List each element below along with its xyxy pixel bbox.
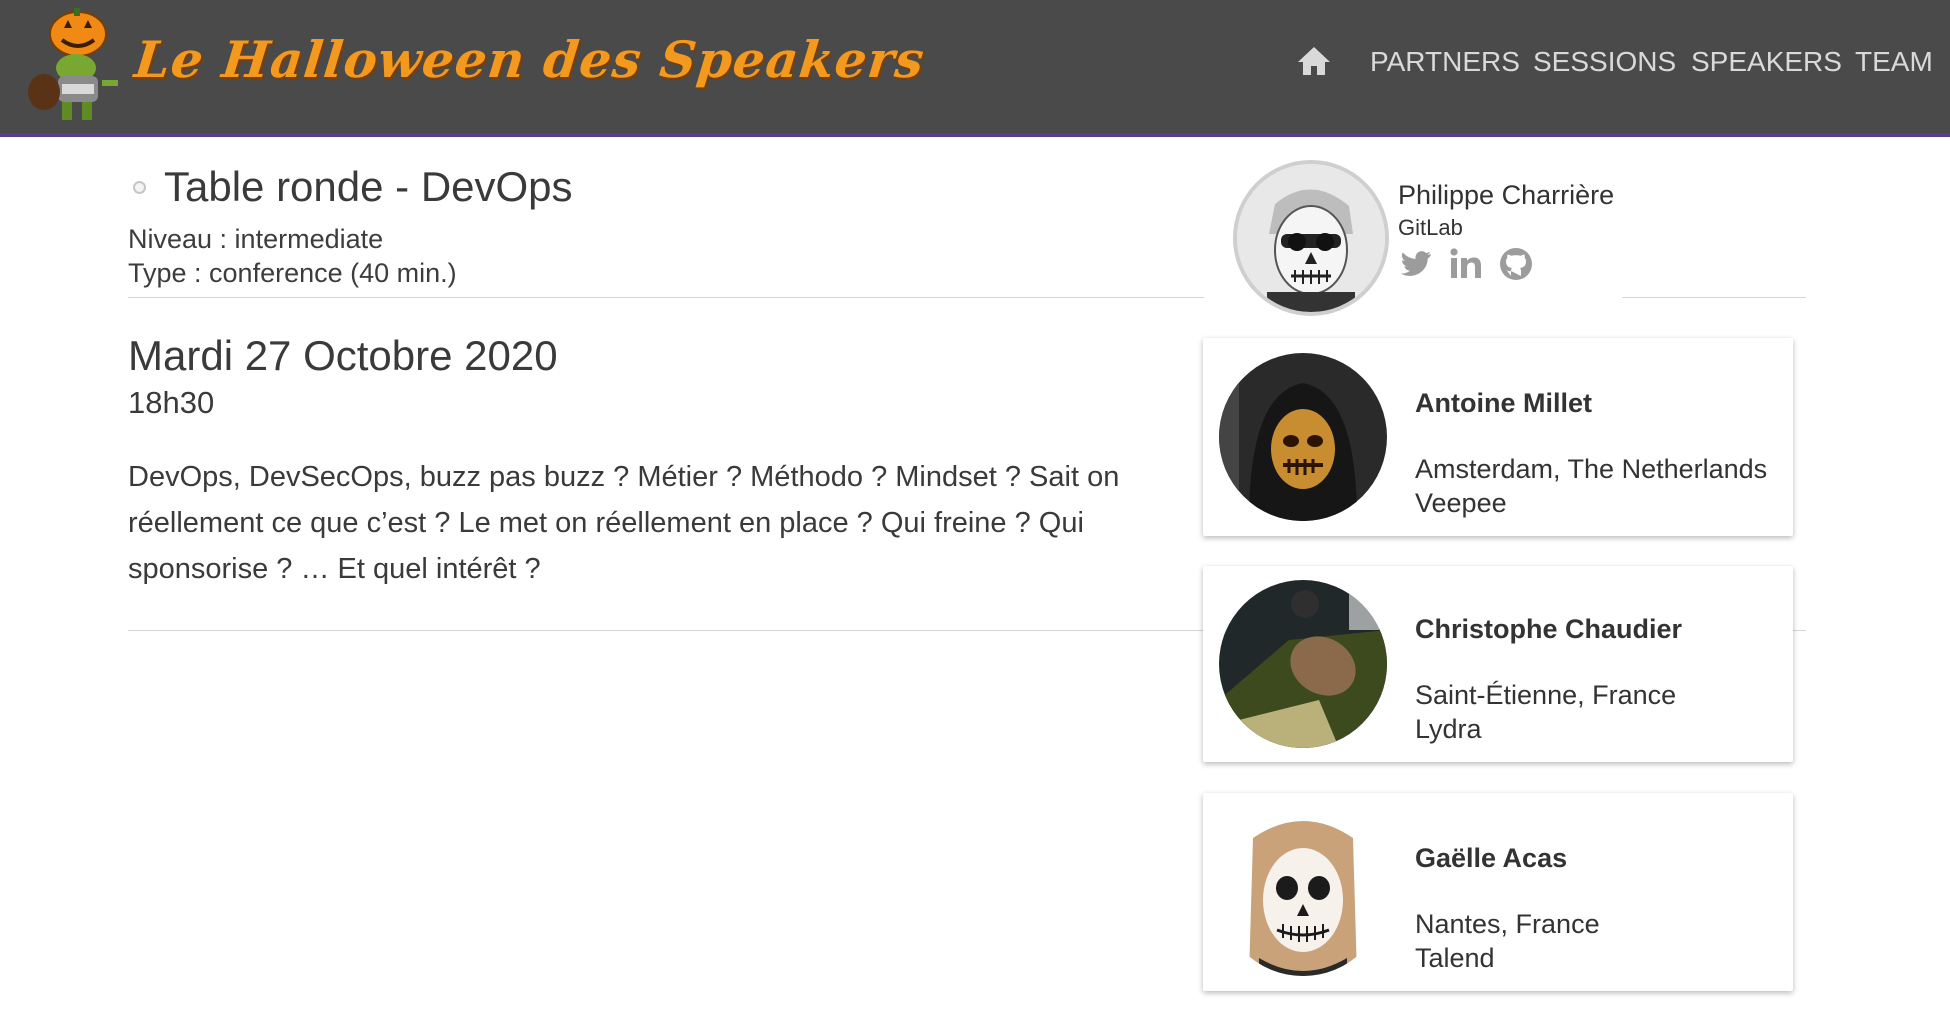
- moderator-name: Philippe Charrière: [1398, 180, 1615, 210]
- speaker-location: Amsterdam, The Netherlands: [1415, 454, 1768, 484]
- speaker-avatar: [1219, 580, 1387, 748]
- moderator-avatar[interactable]: [1233, 160, 1389, 316]
- divider: [128, 297, 1204, 298]
- top-navigation-bar: Le Halloween des Speakers PARTNERS SESSI…: [0, 0, 1950, 137]
- session-bullet-icon: [133, 180, 146, 194]
- speaker-card[interactable]: Christophe Chaudier Saint-Étienne, Franc…: [1203, 566, 1793, 762]
- speaker-name: Christophe Chaudier: [1415, 614, 1683, 644]
- speaker-company: Lydra: [1415, 714, 1482, 744]
- nav-partners[interactable]: PARTNERS: [1370, 46, 1520, 78]
- session-description: DevOps, DevSecOps, buzz pas buzz ? Métie…: [128, 461, 1120, 585]
- speaker-avatar: [1219, 808, 1387, 976]
- speaker-company: Veepee: [1415, 488, 1507, 518]
- speaker-name: Antoine Millet: [1415, 388, 1592, 418]
- linkedin-icon[interactable]: [1448, 246, 1484, 282]
- twitter-icon[interactable]: [1398, 246, 1434, 282]
- divider: [1622, 297, 1806, 298]
- session-type: Type : conference (40 min.): [128, 258, 457, 288]
- speaker-company: Talend: [1415, 943, 1495, 973]
- speaker-location: Saint-Étienne, France: [1415, 680, 1677, 710]
- github-icon[interactable]: [1498, 246, 1534, 282]
- nav-team[interactable]: TEAM: [1855, 46, 1933, 78]
- session-time: 18h30: [128, 385, 215, 420]
- speaker-card[interactable]: Gaëlle Acas Nantes, France Talend: [1203, 793, 1793, 991]
- site-brand-title[interactable]: Le Halloween des Speakers: [132, 30, 928, 89]
- pumpkin-mascot-logo[interactable]: [18, 6, 130, 126]
- session-title: Table ronde - DevOps: [164, 163, 573, 210]
- nav-speakers[interactable]: SPEAKERS: [1691, 46, 1842, 78]
- home-icon[interactable]: [1296, 44, 1332, 78]
- session-level: Niveau : intermediate: [128, 224, 384, 254]
- session-date: Mardi 27 Octobre 2020: [128, 332, 558, 379]
- session-title-row: Table ronde - DevOps: [133, 163, 573, 211]
- speaker-avatar: [1219, 353, 1387, 521]
- moderator-company: GitLab: [1398, 215, 1463, 240]
- speaker-card[interactable]: Antoine Millet Amsterdam, The Netherland…: [1203, 338, 1793, 536]
- speaker-location: Nantes, France: [1415, 909, 1600, 939]
- nav-sessions[interactable]: SESSIONS: [1533, 46, 1676, 78]
- speaker-name: Gaëlle Acas: [1415, 843, 1568, 873]
